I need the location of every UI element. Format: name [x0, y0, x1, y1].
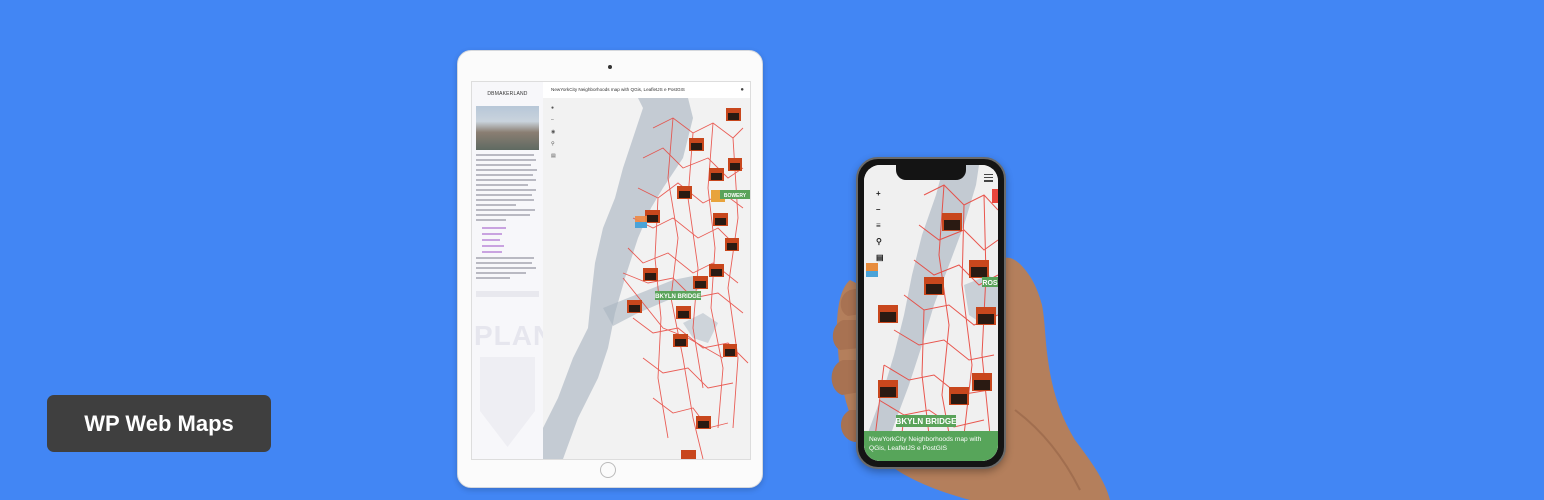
tablet-map-svg: BKYLN BRIDGE BOWERY — [543, 98, 750, 459]
zoom-out-icon[interactable]: – — [876, 205, 880, 214]
phone-map-caption: NewYorkCity Neighborhoods map with QGis,… — [864, 431, 998, 461]
layers-icon[interactable]: ◉ — [551, 129, 555, 135]
badge-label: WP Web Maps — [84, 410, 234, 436]
tablet-sidebar: DBMAKERLAND PLAN — [472, 82, 544, 459]
tablet-map-header: NewYorkCity Neighborhoods map with QGis,… — [543, 82, 750, 99]
tablet-sidebar-links[interactable] — [482, 227, 543, 253]
print-icon[interactable]: ▤ — [876, 253, 884, 262]
layers-icon[interactable]: ≡ — [876, 221, 881, 230]
print-icon[interactable]: ▤ — [551, 153, 556, 159]
tablet-side-label: BOWERY — [724, 193, 747, 199]
tablet-map-title: NewYorkCity Neighborhoods map with QGis,… — [551, 87, 685, 92]
phone-notch — [896, 165, 966, 180]
tablet-home-button — [600, 462, 616, 478]
tablet-sidebar-text-2 — [476, 257, 539, 279]
tablet-plan-shape — [480, 357, 535, 447]
zoom-in-icon[interactable]: + — [876, 189, 881, 198]
tablet-screen: DBMAKERLAND PLA NewYorkCity Neighborhood… — [471, 81, 751, 460]
phone-screen: ROS BKYLN BRIDGE + – ≡ ⚲ ▤ NewYorkCity N… — [864, 165, 998, 461]
search-icon[interactable]: ⚲ — [551, 141, 555, 147]
tablet-bridge-label: BKYLN BRIDGE — [655, 294, 701, 300]
zoom-out-icon[interactable]: – — [551, 117, 554, 123]
phone-bridge-label: BKYLN BRIDGE — [896, 417, 958, 426]
tablet-sidebar-bar — [476, 291, 539, 297]
tablet-plan-text: PLAN — [474, 320, 543, 351]
search-icon[interactable]: ⚲ — [876, 237, 882, 246]
tablet-sidebar-photo — [476, 106, 539, 150]
product-badge: WP Web Maps — [47, 395, 271, 452]
phone-device: ROS BKYLN BRIDGE + – ≡ ⚲ ▤ NewYorkCity N… — [856, 157, 1006, 469]
phone-side-label: ROS — [982, 280, 998, 287]
tablet-map[interactable]: BKYLN BRIDGE BOWERY ● – ◉ ⚲ ▤ — [543, 98, 750, 459]
menu-icon[interactable] — [984, 174, 993, 184]
zoom-in-icon[interactable]: ● — [551, 105, 554, 111]
bell-icon[interactable]: ● — [740, 82, 744, 98]
tablet-sidebar-title: DBMAKERLAND — [487, 91, 528, 97]
phone-map[interactable]: ROS BKYLN BRIDGE — [864, 165, 998, 461]
tablet-device: DBMAKERLAND PLA NewYorkCity Neighborhood… — [457, 50, 763, 488]
tablet-camera — [608, 65, 612, 69]
tablet-sidebar-text — [476, 154, 539, 221]
